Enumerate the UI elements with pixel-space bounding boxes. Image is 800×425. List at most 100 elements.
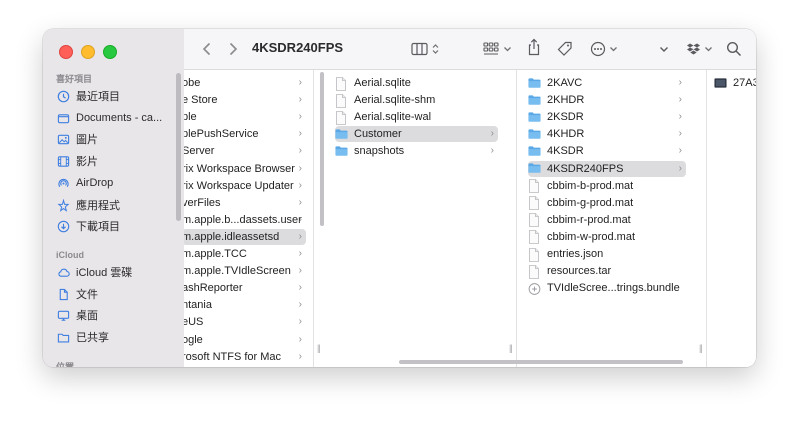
column-resize-handle[interactable]: || <box>317 343 321 353</box>
folder-icon <box>528 111 541 124</box>
airdrop-icon <box>57 177 70 190</box>
search-button[interactable] <box>726 40 742 58</box>
list-item-label: ogle <box>184 333 203 346</box>
list-item[interactable]: ogle › <box>184 332 306 348</box>
chevron-right-icon: › <box>298 145 302 157</box>
column-3: 2KAVC › 2KHDR › 2KSDR › 4KHDR › 4KSDR › 4KSDR240FP… <box>520 70 690 367</box>
list-item-label: resources.tar <box>547 265 612 278</box>
list-item-label: entries.json <box>547 248 604 260</box>
horizontal-scrollbar[interactable] <box>399 360 683 364</box>
chevron-right-icon: › <box>298 162 302 174</box>
chevron-right-icon: › <box>298 265 302 277</box>
close-button[interactable] <box>59 45 73 59</box>
column-divider[interactable] <box>706 70 707 367</box>
list-item[interactable]: entries.json <box>528 246 686 262</box>
list-item[interactable]: m.apple.b...dassets.user › <box>184 212 306 228</box>
list-item[interactable]: Server › <box>184 143 306 159</box>
chevron-right-icon: › <box>298 111 302 123</box>
list-item-label: obe <box>184 77 201 89</box>
share-button[interactable] <box>527 38 541 56</box>
zoom-button[interactable] <box>103 45 117 59</box>
column-divider[interactable] <box>313 70 314 367</box>
sidebar-item-documents[interactable]: 文件 <box>57 285 181 303</box>
chevron-down-icon <box>660 47 668 52</box>
chevron-right-icon: › <box>298 316 302 328</box>
list-item-label: m.apple.TCC <box>184 248 247 260</box>
share-icon <box>528 38 540 56</box>
chevron-right-icon: › <box>298 94 302 106</box>
list-item[interactable]: rix Workspace Updater › <box>184 178 306 194</box>
list-item-label: 27A3 <box>733 77 756 89</box>
overflow-button[interactable] <box>659 40 669 58</box>
list-item[interactable]: Aerial.sqlite-wal <box>335 109 498 125</box>
sidebar-item-documents-cloud[interactable]: Documents - ca... <box>57 109 181 127</box>
list-item[interactable]: 2KSDR › <box>528 109 686 125</box>
sidebar-scrollbar[interactable] <box>176 73 181 221</box>
list-item-label: ple <box>184 111 197 124</box>
list-item[interactable]: Customer › <box>335 126 498 143</box>
list-item[interactable]: m.apple.TCC › <box>184 246 306 262</box>
list-item[interactable]: obe › <box>184 75 306 91</box>
list-item[interactable]: 27A3 <box>714 75 756 91</box>
list-item[interactable]: m.apple.idleassetsd › <box>184 228 306 245</box>
list-item[interactable]: cbbim-g-prod.mat <box>528 195 686 211</box>
forward-button[interactable] <box>228 40 238 58</box>
video-file-icon <box>714 77 727 90</box>
list-item[interactable]: eUS › <box>184 314 306 330</box>
list-item[interactable]: Aerial.sqlite-shm <box>335 92 498 108</box>
list-item[interactable]: e Store › <box>184 92 306 108</box>
column-resize-handle[interactable]: || <box>699 343 703 353</box>
sidebar-item-desktop[interactable]: 桌面 <box>57 306 181 324</box>
tag-icon <box>557 41 572 56</box>
tag-button[interactable] <box>557 40 573 58</box>
back-button[interactable] <box>202 40 212 58</box>
sidebar-item-applications[interactable]: 應用程式 <box>57 196 181 214</box>
column-divider[interactable] <box>516 70 517 367</box>
list-item[interactable]: verFiles › <box>184 195 306 211</box>
list-item[interactable]: 4KSDR240FPS › <box>528 160 686 177</box>
list-item[interactable]: ashReporter › <box>184 280 306 296</box>
sidebar-item-downloads[interactable]: 下載項目 <box>57 217 181 235</box>
list-item[interactable]: ntania › <box>184 297 306 313</box>
column-4: 27A3 <box>710 70 756 367</box>
desktop-icon <box>57 309 70 322</box>
list-item-label: 2KAVC <box>547 77 583 89</box>
sidebar-item-shared[interactable]: 已共享 <box>57 328 181 346</box>
list-item[interactable]: m.apple.TVIdleScreen › <box>184 263 306 279</box>
dropbox-button[interactable] <box>686 40 713 58</box>
action-button[interactable] <box>590 40 618 58</box>
list-item[interactable]: 2KAVC › <box>528 75 686 91</box>
list-item[interactable]: cbbim-w-prod.mat <box>528 229 686 245</box>
view-mode-button[interactable] <box>411 40 440 58</box>
list-item[interactable]: snapshots › <box>335 143 498 159</box>
list-item[interactable]: rosoft NTFS for Mac › <box>184 349 306 365</box>
list-item[interactable]: cbbim-b-prod.mat <box>528 178 686 194</box>
group-button[interactable] <box>483 40 512 58</box>
minimize-button[interactable] <box>81 45 95 59</box>
list-item[interactable]: ple › <box>184 109 306 125</box>
chevron-down-icon <box>610 47 617 52</box>
list-item[interactable]: resources.tar <box>528 263 686 279</box>
sidebar-item-pictures[interactable]: 圖片 <box>57 130 181 148</box>
file-icon <box>335 93 348 108</box>
list-item[interactable]: 2KHDR › <box>528 92 686 108</box>
sidebar-item-movies[interactable]: 影片 <box>57 152 181 170</box>
sidebar-item-recents[interactable]: 最近項目 <box>57 87 181 105</box>
list-item[interactable]: rix Workspace Browser › <box>184 161 306 177</box>
column-1: obe › e Store › ple › plePushService › Server › ri… <box>184 70 309 367</box>
list-item[interactable]: 4KHDR › <box>528 126 686 142</box>
list-item[interactable]: plePushService › <box>184 126 306 142</box>
sidebar-item-airdrop[interactable]: AirDrop <box>57 174 181 192</box>
sidebar-item-icloud-drive[interactable]: iCloud 雲碟 <box>57 263 181 281</box>
list-item[interactable]: TVIdleScree...trings.bundle <box>528 280 686 296</box>
sidebar-item-label: 下載項目 <box>76 221 120 233</box>
column-1-scrollbar[interactable] <box>320 72 324 226</box>
list-item[interactable]: Aerial.sqlite <box>335 75 498 91</box>
chevron-right-icon: › <box>298 333 302 345</box>
list-item[interactable]: cbbim-r-prod.mat <box>528 212 686 228</box>
list-item-label: Server <box>184 145 215 158</box>
clock-icon <box>57 90 70 103</box>
list-item[interactable]: 4KSDR › <box>528 143 686 159</box>
column-resize-handle[interactable]: || <box>509 343 513 353</box>
file-icon <box>528 247 541 262</box>
